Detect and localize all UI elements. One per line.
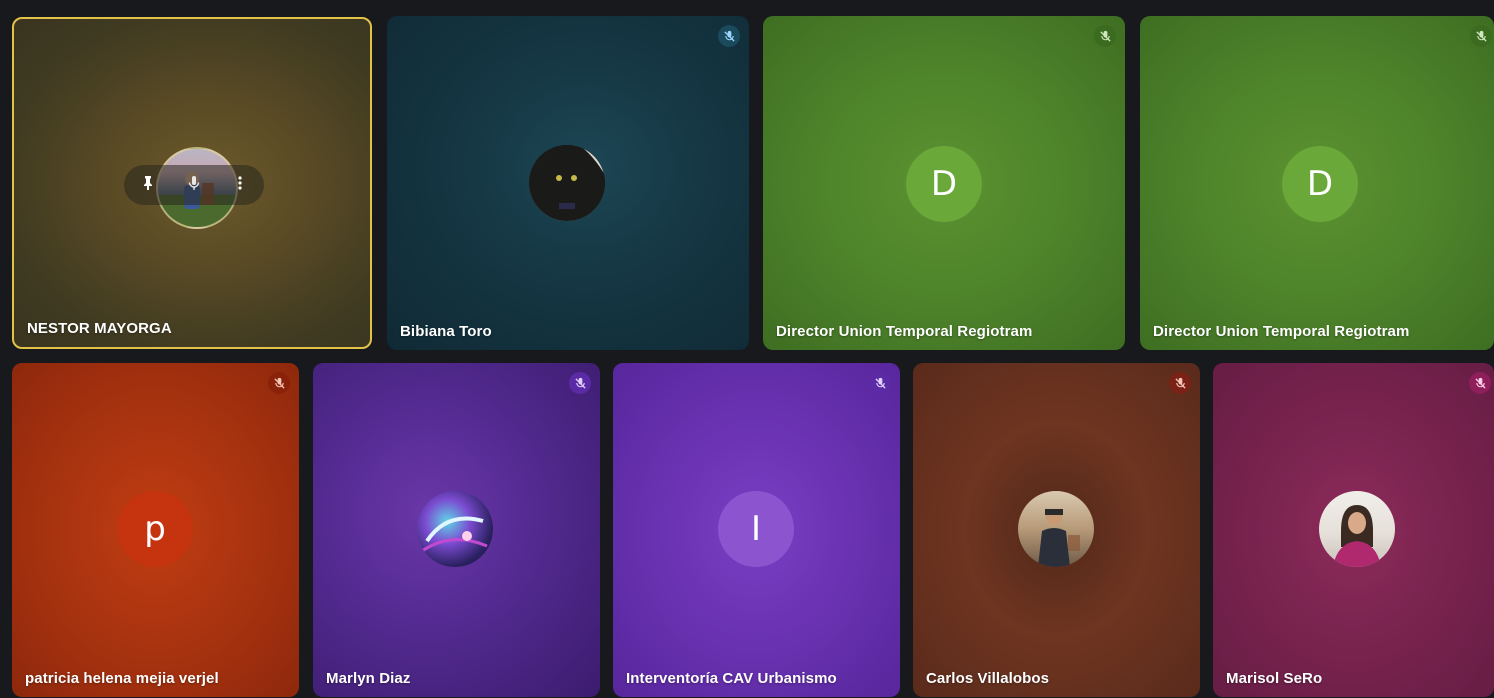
participant-tile[interactable]: Marisol SeRo [1213,363,1494,697]
participant-name: Marisol SeRo [1226,670,1323,687]
participant-initial-avatar: D [906,146,982,222]
muted-mic-icon [569,372,591,394]
participant-initial-avatar: p [117,491,193,567]
pin-icon[interactable] [140,175,156,196]
muted-mic-icon [869,372,891,394]
participant-tile[interactable]: NESTOR MAYORGA [12,17,372,349]
participant-avatar [529,145,605,221]
muted-mic-icon [1470,25,1492,47]
woman-photo-icon [1333,505,1381,567]
participant-name: Marlyn Diaz [326,670,411,687]
participant-name: patricia helena mejia verjel [25,670,219,687]
more-options-icon[interactable] [232,175,248,196]
participant-tile[interactable]: D Director Union Temporal Regiotram [763,16,1125,350]
muted-mic-icon [1094,25,1116,47]
black-cat-icon [529,145,605,221]
participant-name: NESTOR MAYORGA [27,320,172,337]
participant-tile[interactable]: Bibiana Toro [387,16,749,350]
participant-tile[interactable]: I Interventoría CAV Urbanismo [613,363,900,697]
participant-tile[interactable]: Carlos Villalobos [913,363,1200,697]
muted-mic-icon [1469,372,1491,394]
muted-mic-icon [268,372,290,394]
microphone-icon[interactable] [186,175,202,196]
participant-tile[interactable]: D Director Union Temporal Regiotram [1140,16,1494,350]
participant-name: Interventoría CAV Urbanismo [626,670,837,687]
participant-initial-avatar: I [718,491,794,567]
muted-mic-icon [1169,372,1191,394]
participant-name: Carlos Villalobos [926,670,1050,687]
man-photo-icon [1038,509,1080,567]
participant-name: Director Union Temporal Regiotram [1153,323,1410,340]
participant-name: Bibiana Toro [400,323,492,340]
muted-mic-icon [718,25,740,47]
participant-avatar [1319,491,1395,567]
participant-tile[interactable]: Marlyn Diaz [313,363,600,697]
colorful-photo-icon [421,516,488,553]
meeting-grid: NESTOR MAYORGA Bibiana Toro D Director U… [0,0,1494,698]
participant-hover-controls [124,165,264,205]
participant-name: Director Union Temporal Regiotram [776,323,1033,340]
participant-avatar [417,491,493,567]
participant-avatar [1018,491,1094,567]
participant-tile[interactable]: p patricia helena mejia verjel [12,363,299,697]
participant-initial-avatar: D [1282,146,1358,222]
